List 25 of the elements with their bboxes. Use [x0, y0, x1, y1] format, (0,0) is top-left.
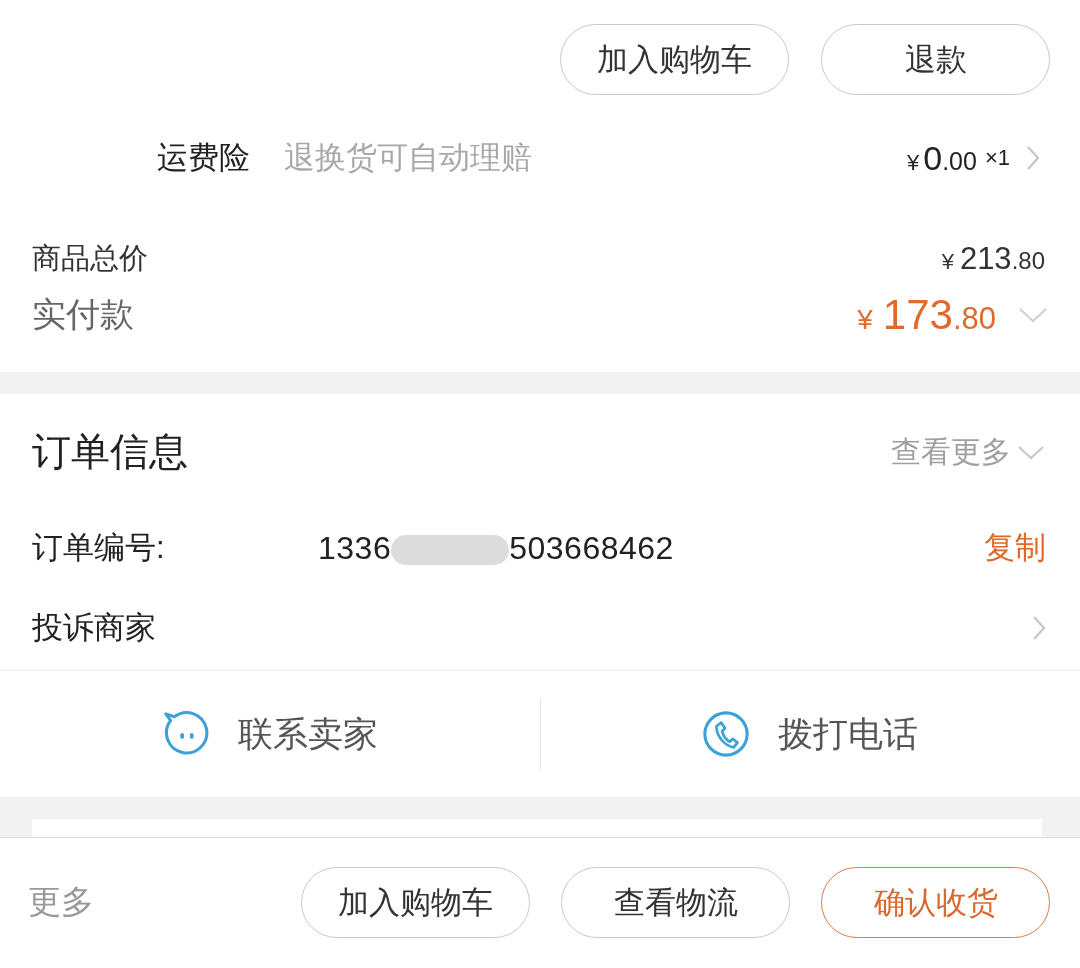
total-price: ¥ 173.80: [857, 291, 996, 339]
insurance-price: ¥0.00: [906, 138, 977, 178]
chat-face-icon[interactable]: [161, 710, 210, 758]
action-button[interactable]: 查看物流: [561, 867, 790, 938]
chevron-right-icon[interactable]: [1026, 145, 1040, 171]
order-number-label: 订单编号:: [32, 529, 166, 567]
action-button[interactable]: 退款: [821, 24, 1050, 95]
phone-icon[interactable]: [702, 710, 751, 758]
total-label: 实付款: [32, 294, 134, 335]
contact-label[interactable]: 拨打电话: [778, 710, 919, 758]
insurance-description: 退换货可自动理赔: [284, 139, 532, 177]
total-price: ¥ 213.80: [941, 241, 1045, 277]
total-label: 商品总价: [32, 241, 148, 276]
chevron-down-icon[interactable]: [1017, 444, 1045, 460]
contact-label[interactable]: 联系卖家: [237, 710, 378, 758]
section-title: 订单信息: [32, 429, 188, 475]
order-number: 503668462: [509, 529, 674, 567]
insurance-label: 运费险: [157, 139, 250, 177]
chevron-right-icon[interactable]: [1032, 615, 1046, 641]
action-button[interactable]: 加入购物车: [301, 867, 530, 938]
chevron-down-icon[interactable]: [1018, 307, 1048, 323]
complaint-label[interactable]: 投诉商家: [32, 607, 156, 649]
insurance-quantity: ×1: [984, 145, 1010, 171]
action-button[interactable]: 加入购物车: [560, 24, 789, 95]
order-number: 1336: [318, 529, 392, 567]
